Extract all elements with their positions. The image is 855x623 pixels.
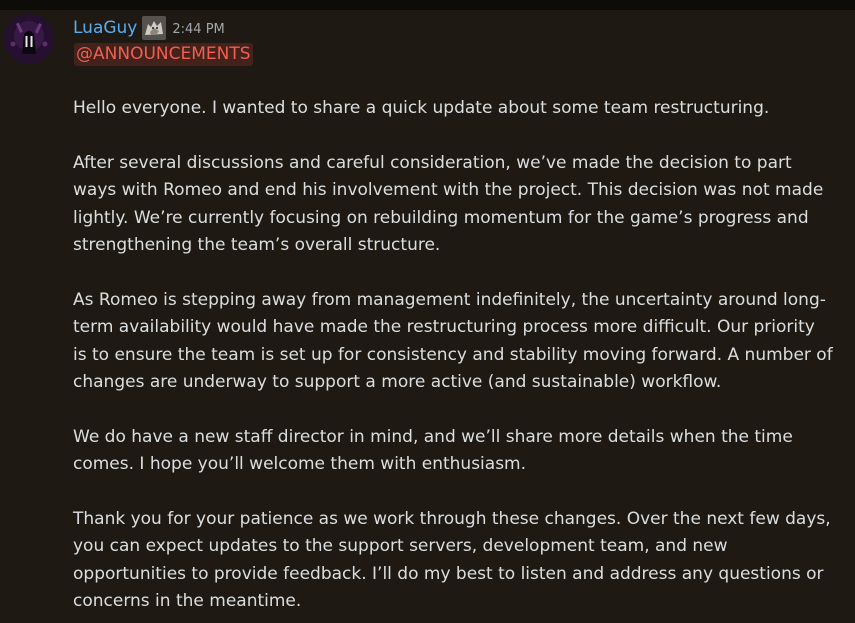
- message-header: LuaGuy 2:44 PM: [73, 16, 225, 40]
- message: LuaGuy 2:44 PM @ANNOUNCEMENTS Hello ever…: [0, 0, 855, 623]
- timestamp: 2:44 PM: [172, 21, 225, 37]
- paragraph: After several discussions and careful co…: [73, 152, 824, 256]
- avatar[interactable]: [4, 14, 54, 64]
- message-body: Hello everyone. I wanted to share a quic…: [73, 95, 833, 623]
- author-name[interactable]: LuaGuy: [73, 18, 137, 38]
- role-mention[interactable]: @ANNOUNCEMENTS: [74, 43, 253, 66]
- paragraph: Hello everyone. I wanted to share a quic…: [73, 98, 770, 118]
- paragraph: We do have a new staff director in mind,…: [73, 426, 793, 475]
- dark-figure-avatar-icon: [4, 14, 54, 64]
- wolf-icon[interactable]: [142, 16, 167, 40]
- top-divider: [0, 0, 855, 10]
- paragraph: As Romeo is stepping away from managemen…: [73, 289, 833, 393]
- paragraph: Thank you for your patience as we work t…: [73, 509, 831, 612]
